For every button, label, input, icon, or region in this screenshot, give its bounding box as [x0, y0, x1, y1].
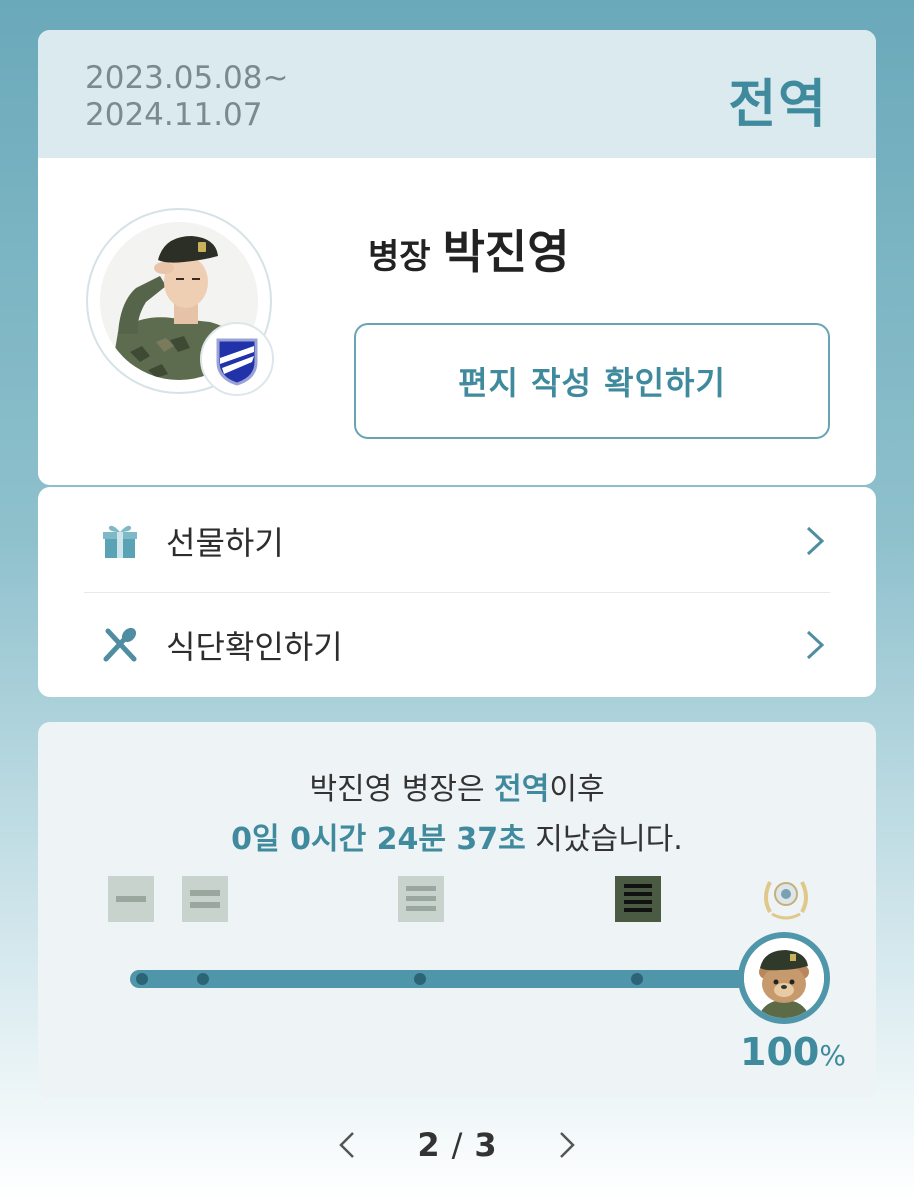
name-label: 박진영 [442, 225, 570, 279]
corporal-icon [398, 876, 444, 922]
message-suffix: 이후 [549, 772, 605, 807]
service-period: 2023.05.08~ 2024.11.07 [85, 60, 288, 134]
unit-badge-icon [200, 322, 274, 396]
current-page: 2 [417, 1126, 440, 1164]
elapsed-message: 0일 0시간 24분 37초 지났습니다. [38, 814, 876, 858]
gift-icon [100, 521, 140, 561]
service-status: 전역 [728, 75, 828, 135]
progress-message: 박진영 병장은 전역이후 [38, 764, 876, 808]
elapsed-time: 0일 0시간 24분 37초 [231, 822, 526, 857]
next-page-button[interactable] [547, 1125, 587, 1165]
check-letter-button[interactable]: 편지 작성 확인하기 [354, 323, 830, 439]
private-first-class-icon [182, 876, 228, 922]
soldier-card: 2023.05.08~ 2024.11.07 전역 병장 박진영 편지 작성 확… [38, 30, 876, 485]
progress-marker [738, 932, 830, 1024]
pagination: 2 / 3 [0, 1118, 914, 1172]
chevron-right-icon [800, 523, 830, 559]
progress-dot [414, 973, 426, 985]
menu-label-gift: 선물하기 [166, 523, 284, 562]
menu-label-meal: 식단확인하기 [166, 628, 343, 666]
progress-dot [631, 973, 643, 985]
sergeant-icon [615, 876, 661, 922]
bear-soldier-icon [744, 938, 824, 1018]
progress-dot [136, 973, 148, 985]
menu-item-gift[interactable]: 선물하기 [84, 489, 830, 593]
total-pages: 3 [474, 1126, 497, 1164]
message-name: 박진영 병장은 [309, 772, 495, 807]
laurel-medal-icon [760, 872, 812, 922]
utensils-icon [100, 625, 140, 665]
chevron-right-icon [800, 627, 830, 663]
service-progress-card: 박진영 병장은 전역이후 0일 0시간 24분 37초 지났습니다. 100% [38, 722, 876, 1098]
message-status: 전역 [494, 772, 550, 807]
page-indicator: 2 / 3 [417, 1126, 496, 1164]
progress-percent: 100% [738, 1030, 848, 1074]
soldier-name: 병장 박진영 [368, 216, 570, 279]
private-icon [108, 876, 154, 922]
percent-value: 100 [740, 1030, 820, 1074]
progress-track [130, 970, 790, 988]
menu-card: 선물하기 식단확인하기 [38, 487, 876, 697]
start-date: 2023.05.08~ [85, 60, 289, 96]
menu-item-meal[interactable]: 식단확인하기 [84, 593, 830, 697]
service-header: 2023.05.08~ 2024.11.07 전역 [38, 30, 876, 158]
percent-sign: % [819, 1039, 846, 1072]
elapsed-suffix: 지났습니다. [525, 822, 683, 857]
end-date: 2024.11.07 [85, 97, 263, 133]
rank-label: 병장 [368, 237, 431, 277]
progress-dot [197, 973, 209, 985]
prev-page-button[interactable] [327, 1125, 367, 1165]
page-separator: / [451, 1126, 463, 1164]
